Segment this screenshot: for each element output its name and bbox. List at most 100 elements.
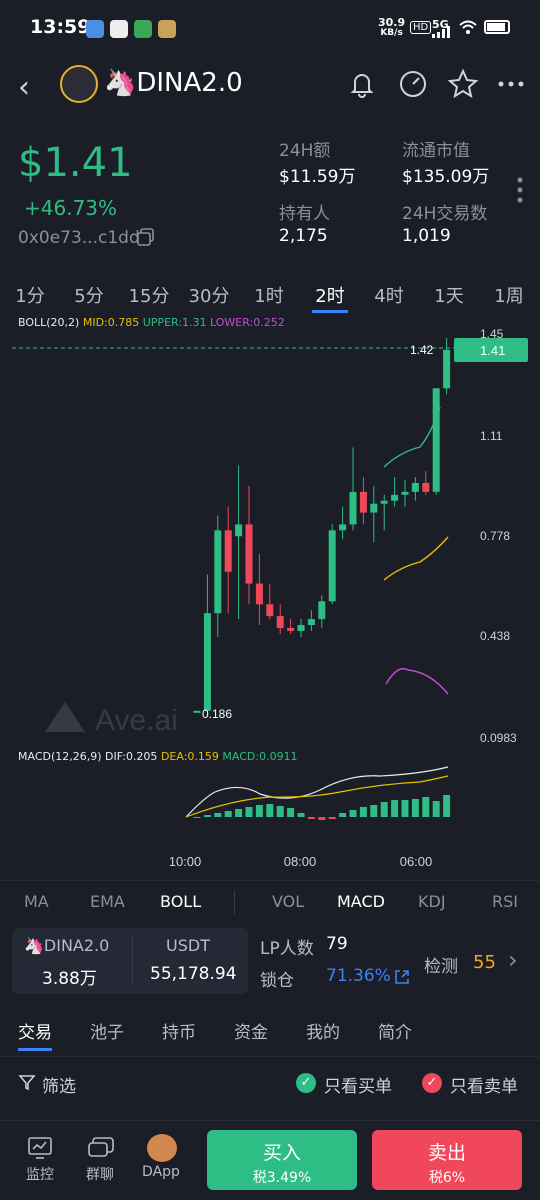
content-tab[interactable]: 池子 xyxy=(90,1018,124,1043)
content-tab[interactable]: 我的 xyxy=(306,1018,340,1043)
macd-bar xyxy=(432,801,440,817)
macd-bar xyxy=(339,813,347,817)
sell-button[interactable]: 卖出 税6% xyxy=(372,1130,522,1190)
copy-icon[interactable] xyxy=(136,227,156,247)
vertical-more-icon[interactable] xyxy=(516,176,524,204)
indicator-tab[interactable]: RSI xyxy=(492,892,518,911)
macd-bar xyxy=(193,817,201,818)
bell-icon[interactable] xyxy=(346,68,378,100)
interval-tab[interactable]: 15分 xyxy=(123,282,175,308)
interval-tab[interactable]: 1分 xyxy=(4,282,56,308)
interval-tab[interactable]: 4时 xyxy=(363,282,415,308)
star-icon[interactable] xyxy=(447,68,479,100)
buy-only-check-icon[interactable]: ✓ xyxy=(296,1073,316,1093)
stat-value-volume: $11.59万 xyxy=(279,167,356,187)
content-tab[interactable]: 简介 xyxy=(378,1018,412,1043)
y-tick-label: 0.438 xyxy=(480,629,510,643)
macd-bar xyxy=(266,804,274,817)
sell-only-check-icon[interactable]: ✓ xyxy=(422,1073,442,1093)
app-notification-icon xyxy=(158,20,176,38)
app-notification-icon xyxy=(110,20,128,38)
candle-body xyxy=(266,604,274,617)
divider xyxy=(234,890,235,914)
boll-name: BOLL(20,2) xyxy=(18,316,80,329)
macd-bar xyxy=(287,808,295,817)
content-tab[interactable]: 持币 xyxy=(162,1018,196,1043)
content-tab-indicator xyxy=(18,1048,52,1051)
more-icon[interactable] xyxy=(495,68,527,100)
lock-value[interactable]: 71.36% xyxy=(326,966,391,986)
buy-button[interactable]: 买入 税3.49% xyxy=(207,1130,357,1190)
content-tab[interactable]: 资金 xyxy=(234,1018,268,1043)
candle-body xyxy=(401,491,409,495)
indicator-tab-active[interactable]: BOLL xyxy=(160,892,201,911)
token-title: 🦄DINA2.0 xyxy=(104,68,243,98)
interval-tab[interactable]: 1周 xyxy=(483,282,535,308)
check-label[interactable]: 检测 xyxy=(424,952,458,977)
indicator-tab[interactable]: VOL xyxy=(272,892,304,911)
monitor-icon[interactable] xyxy=(27,1136,53,1160)
token-logo xyxy=(60,65,98,103)
current-price: $1.41 xyxy=(18,140,133,186)
app-notification-icon xyxy=(134,20,152,38)
stat-value-txs: 1,019 xyxy=(402,226,451,246)
contract-address: 0x0e73...c1dd xyxy=(18,228,140,248)
macd-bar xyxy=(318,817,326,820)
sell-label: 卖出 xyxy=(427,1142,466,1164)
sell-only-toggle[interactable]: 只看卖单 xyxy=(450,1072,518,1097)
interval-tab[interactable]: 30分 xyxy=(183,282,235,308)
net-speed: 30.9 KB/s xyxy=(378,17,405,39)
wifi-icon xyxy=(459,20,477,34)
y-tick-label: 1.11 xyxy=(480,429,503,443)
pancake-icon[interactable] xyxy=(147,1134,177,1162)
macd-panel xyxy=(185,766,451,820)
macd-dea: DEA:0.159 xyxy=(160,750,219,763)
indicator-tab[interactable]: MA xyxy=(24,892,49,911)
hd-badge: HD xyxy=(410,21,432,34)
nav-monitor[interactable]: 监控 xyxy=(10,1164,70,1184)
lock-label: 锁仓 xyxy=(260,971,294,991)
macd-bar xyxy=(359,807,367,817)
indicator-tab[interactable]: KDJ xyxy=(418,892,446,911)
x-tick-label: 10:00 xyxy=(169,854,202,869)
gauge-icon[interactable] xyxy=(397,68,429,100)
interval-tab[interactable]: 1时 xyxy=(243,282,295,308)
boll-upper: UPPER:1.31 xyxy=(142,316,207,329)
chat-icon[interactable] xyxy=(87,1136,115,1160)
macd-bar xyxy=(235,809,243,817)
macd-name: MACD(12,26,9) xyxy=(18,750,102,763)
filter-label[interactable]: 筛选 xyxy=(42,1072,76,1097)
chevron-right-icon[interactable]: › xyxy=(508,946,518,974)
interval-tab[interactable]: 5分 xyxy=(63,282,115,308)
macd-bar xyxy=(411,799,419,817)
filter-icon[interactable] xyxy=(18,1073,36,1091)
lp-label: LP人数 xyxy=(260,939,314,959)
price-chart[interactable]: Ave.ai 1.42 1.41 0.186 1.45 1.11 0.778 0.43… xyxy=(0,312,540,882)
buy-only-toggle[interactable]: 只看买单 xyxy=(324,1072,392,1097)
candle-body xyxy=(203,613,211,711)
nav-chat[interactable]: 群聊 xyxy=(70,1164,130,1184)
divider xyxy=(132,938,133,984)
back-icon[interactable]: ‹ xyxy=(18,70,30,105)
interval-tab-active[interactable]: 2时 xyxy=(304,282,356,308)
candle-body xyxy=(380,500,388,504)
candle-body xyxy=(307,619,315,626)
stat-label-holders: 持有人 xyxy=(279,204,330,224)
candle-body xyxy=(391,494,399,501)
stat-value-holders: 2,175 xyxy=(279,226,328,246)
external-link-icon[interactable] xyxy=(393,968,411,986)
stat-value-mcap: $135.09万 xyxy=(402,167,490,187)
check-score[interactable]: 55 xyxy=(473,952,496,973)
interval-tab[interactable]: 1天 xyxy=(423,282,475,308)
price-change: +46.73% xyxy=(24,196,118,220)
indicator-tab[interactable]: EMA xyxy=(90,892,125,911)
y-tick-label: 0.0983 xyxy=(480,731,517,745)
nav-dapp[interactable]: DApp xyxy=(131,1164,191,1180)
indicator-tab-active[interactable]: MACD xyxy=(337,892,385,911)
status-time: 13:59 xyxy=(30,16,91,38)
current-price-tag-text: 1.41 xyxy=(480,343,505,358)
candle-body xyxy=(339,524,347,531)
candle-body xyxy=(349,491,357,525)
content-tab-active[interactable]: 交易 xyxy=(18,1018,52,1043)
battery-icon xyxy=(484,20,510,34)
